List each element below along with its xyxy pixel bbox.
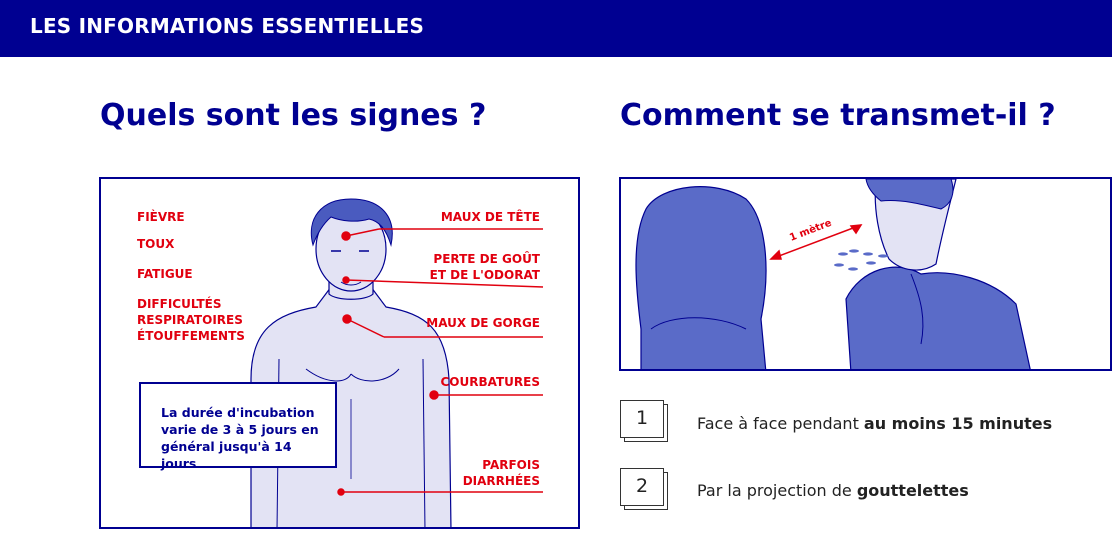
banner-title: LES INFORMATIONS ESSENTIELLES (30, 14, 425, 38)
incubation-line-3: général jusqu'à 14 jours (161, 439, 292, 471)
transmission-heading: Comment se transmet-il ? (620, 98, 1056, 133)
step-2-text: Par la projection de gouttelettes (697, 481, 969, 500)
step-1-number: 1 (620, 400, 664, 438)
distance-label: 1 mètre (788, 217, 834, 244)
symptom-headache: MAUX DE TÊTE (440, 210, 540, 224)
symptoms-panel: FIÈVRE TOUX FATIGUE DIFFICULTÉS RESPIRAT… (99, 177, 580, 529)
incubation-box: La durée d'incubation varie de 3 à 5 jou… (139, 382, 337, 471)
symptom-fever: FIÈVRE (137, 210, 185, 224)
symptom-sore-throat: MAUX DE GORGE (426, 316, 540, 330)
step-2-text-bold: gouttelettes (856, 481, 969, 500)
step-2-text-plain: Par la projection de (697, 481, 857, 500)
symptom-diarrhea-1: PARFOIS (482, 458, 540, 472)
step-1-text-bold: au moins 15 minutes (863, 414, 1053, 433)
symptom-taste-loss-2: ET DE L'ODORAT (429, 268, 540, 282)
incubation-line-2: varie de 3 à 5 jours en (161, 422, 319, 437)
transmission-illustration: 1 mètre (635, 179, 1031, 369)
symptom-breathing-3: ÉTOUFFEMENTS (137, 329, 245, 343)
symptom-breathing-2: RESPIRATOIRES (137, 313, 243, 327)
incubation-text: La durée d'incubation varie de 3 à 5 jou… (161, 404, 331, 472)
symptom-taste-loss-1: PERTE DE GOÛT (433, 252, 540, 266)
symptom-breathing-1: DIFFICULTÉS (137, 297, 222, 311)
incubation-line-1: La durée d'incubation (161, 405, 315, 420)
step-2-number: 2 (620, 468, 664, 506)
symptom-cough: TOUX (137, 237, 175, 251)
signs-heading: Quels sont les signes ? (100, 98, 487, 133)
transmission-panel: 1 mètre (619, 177, 1112, 371)
header-banner: LES INFORMATIONS ESSENTIELLES (0, 0, 1112, 57)
symptom-diarrhea-2: DIARRHÉES (462, 474, 540, 488)
step-1-text-plain: Face à face pendant (697, 414, 864, 433)
symptom-fatigue: FATIGUE (137, 267, 193, 281)
step-1-text: Face à face pendant au moins 15 minutes (697, 414, 1052, 433)
symptom-aches: COURBATURES (440, 375, 540, 389)
